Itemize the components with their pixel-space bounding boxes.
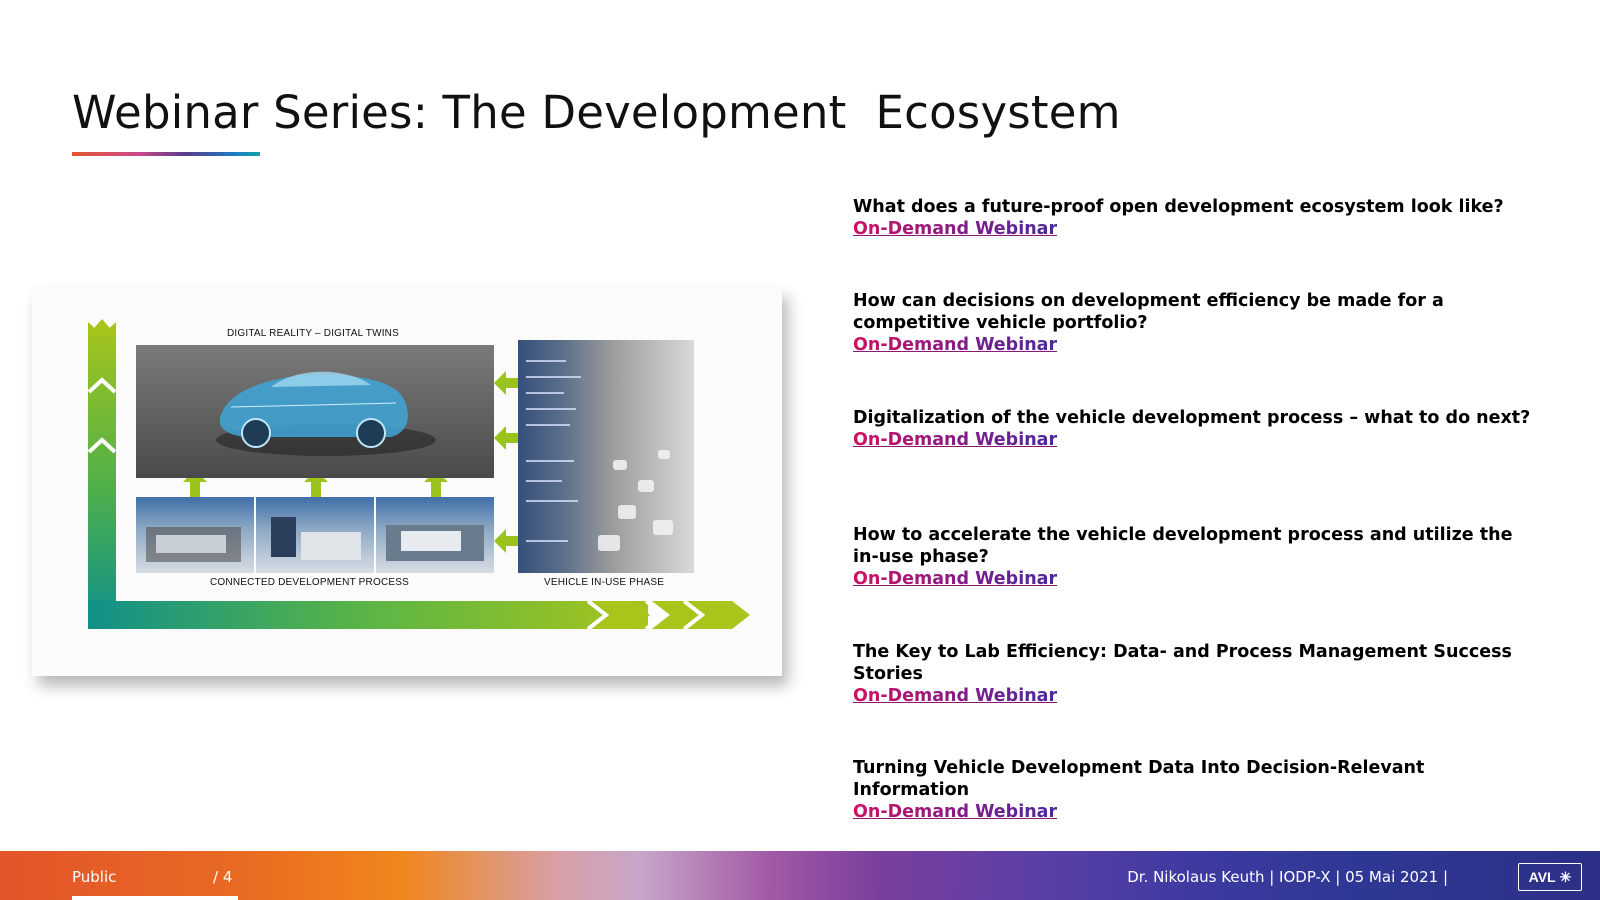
logo-text: AVL: [1528, 869, 1556, 885]
webinar-item: How can decisions on development efficie…: [853, 290, 1543, 356]
webinar-question: The Key to Lab Efficiency: Data- and Pro…: [853, 642, 1512, 684]
webinar-question: What does a future-proof open developmen…: [853, 197, 1504, 217]
webinar-item: How to accelerate the vehicle developmen…: [853, 524, 1543, 590]
avl-logo: AVL ✳: [1518, 863, 1582, 891]
webinar-question: How can decisions on development efficie…: [853, 291, 1444, 333]
on-demand-webinar-link[interactable]: On-Demand Webinar: [853, 801, 1057, 823]
test-bench-image-2: [256, 497, 374, 573]
footer-accent-bar: [72, 896, 238, 900]
webinar-question: Digitalization of the vehicle developmen…: [853, 408, 1531, 428]
snowflake-icon: ✳: [1559, 868, 1572, 885]
label-vehicle-in-use: VEHICLE IN-USE PHASE: [544, 577, 665, 588]
test-bench-image-3: [376, 497, 494, 573]
webinar-question: Turning Vehicle Development Data Into De…: [853, 758, 1425, 800]
webinar-item: What does a future-proof open developmen…: [853, 196, 1543, 240]
slide-title: Webinar Series: The Development Ecosyste…: [72, 86, 1121, 139]
webinar-item: The Key to Lab Efficiency: Data- and Pro…: [853, 641, 1543, 707]
slide-footer: Public / 4 Dr. Nikolaus Keuth | IODP-X |…: [0, 851, 1600, 900]
traffic-data-image: [518, 340, 694, 573]
webinar-question: How to accelerate the vehicle developmen…: [853, 525, 1513, 567]
on-demand-webinar-link[interactable]: On-Demand Webinar: [853, 218, 1057, 240]
label-connected-development: CONNECTED DEVELOPMENT PROCESS: [210, 577, 409, 588]
webinar-item: Turning Vehicle Development Data Into De…: [853, 757, 1543, 823]
classification-label: Public: [72, 868, 117, 886]
title-underline: [72, 152, 260, 156]
horizontal-arrow: [88, 601, 648, 629]
webinar-item: Digitalization of the vehicle developmen…: [853, 407, 1543, 451]
on-demand-webinar-link[interactable]: On-Demand Webinar: [853, 568, 1057, 590]
test-bench-image-1: [136, 497, 254, 573]
label-digital-twins: DIGITAL REALITY – DIGITAL TWINS: [227, 328, 399, 339]
on-demand-webinar-link[interactable]: On-Demand Webinar: [853, 429, 1057, 451]
digital-twin-car-image: [136, 345, 494, 478]
on-demand-webinar-link[interactable]: On-Demand Webinar: [853, 685, 1057, 707]
footer-author-info: Dr. Nikolaus Keuth | IODP-X | 05 Mai 202…: [1127, 868, 1448, 886]
on-demand-webinar-link[interactable]: On-Demand Webinar: [853, 334, 1057, 356]
page-number: / 4: [213, 868, 233, 886]
ecosystem-figure: DIGITAL REALITY – DIGITAL TWINS CONNECTE…: [32, 287, 782, 676]
vertical-arrow: [88, 322, 116, 623]
